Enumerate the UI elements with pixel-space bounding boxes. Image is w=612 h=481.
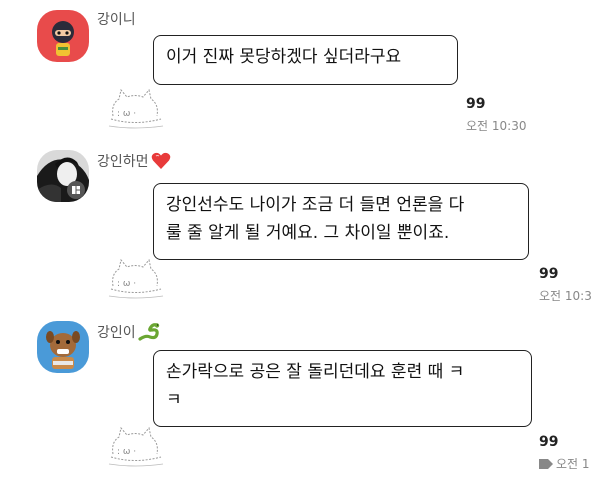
message-time-text: 오전 1	[556, 457, 590, 471]
message-text-line: 손가락으로 공은 잘 돌리던데요 훈련 때 ㅋ	[166, 362, 465, 382]
reaction-count: 99	[539, 434, 559, 450]
cat-doodle-icon: : ω ·	[108, 426, 164, 467]
sender-name-text: 강인이	[97, 325, 136, 341]
avatar-sender-1[interactable]	[37, 10, 89, 62]
message-bubble[interactable]: 손가락으로 공은 잘 돌리던데요 훈련 때 ㅋ ㅋ	[153, 350, 532, 427]
sender-name: 강이니	[97, 9, 136, 29]
cat-doodle-icon: : ω ·	[108, 258, 164, 299]
avatar-sender-3[interactable]	[37, 321, 89, 373]
message-time: 오전 10:30	[466, 119, 527, 133]
tag-icon	[539, 459, 553, 469]
message-text-line: 강인선수도 나이가 조금 더 들면 언론을 다	[166, 195, 465, 215]
heart-icon	[151, 152, 170, 169]
svg-text:: ω ·: : ω ·	[117, 109, 136, 119]
message-bubble[interactable]: 강인선수도 나이가 조금 더 들면 언론을 다 룰 줄 알게 될 거예요. 그 …	[153, 183, 529, 260]
message-time: 오전 10:3	[539, 289, 592, 303]
message-time: 오전 1	[539, 455, 590, 472]
reaction-count: 99	[466, 96, 486, 112]
message-text-line: 룰 줄 알게 될 거예요. 그 차이일 뿐이죠.	[166, 223, 450, 243]
sender-name: 강인하먼	[97, 151, 171, 171]
sender-name: 강인이	[97, 322, 160, 342]
snake-icon	[138, 323, 159, 341]
message-text-line: ㅋ	[166, 390, 182, 410]
svg-text:: ω ·: : ω ·	[117, 447, 136, 457]
sender-name-text: 강이니	[97, 12, 136, 28]
sender-name-text: 강인하먼	[97, 154, 149, 170]
profile-badge-icon	[67, 181, 85, 199]
message-bubble[interactable]: 이거 진짜 못당하겠다 싶더라구요	[153, 35, 458, 85]
svg-text:: ω ·: : ω ·	[117, 279, 136, 289]
cat-doodle-icon: : ω ·	[108, 88, 164, 129]
message-text: 이거 진짜 못당하겠다 싶더라구요	[166, 47, 402, 67]
reaction-count: 99	[539, 266, 559, 282]
